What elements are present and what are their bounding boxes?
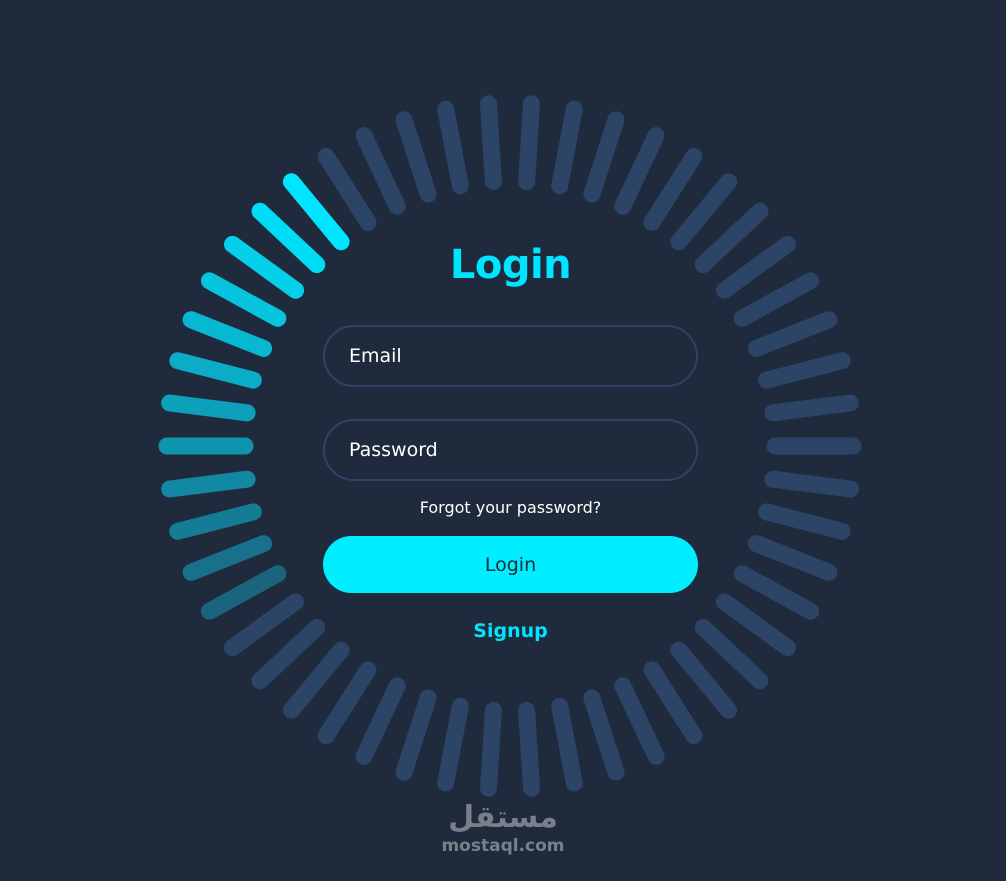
ring-bar	[437, 697, 469, 792]
ring-bar	[518, 702, 540, 797]
ring-bar	[395, 111, 437, 203]
ring-bar	[251, 202, 326, 274]
ring-bar	[614, 127, 665, 215]
ring-bar	[758, 352, 851, 389]
ring-bar	[169, 352, 262, 389]
ring-bar	[614, 677, 665, 765]
email-field[interactable]	[323, 325, 698, 387]
ring-bar	[224, 593, 305, 657]
watermark-domain: mostaql.com	[441, 836, 565, 856]
ring-bar	[715, 235, 796, 299]
ring-bar	[583, 689, 625, 781]
login-page: Login Forgot your password? Login Signup…	[0, 0, 1006, 881]
watermark-arabic: مستقل	[448, 800, 558, 835]
ring-bar	[317, 147, 377, 231]
ring-bar	[758, 503, 851, 540]
login-form: Login Forgot your password? Login Signup	[323, 240, 698, 642]
ring-bar	[670, 641, 738, 719]
ring-bar	[251, 618, 326, 690]
signup-link[interactable]: Signup	[323, 620, 698, 642]
ring-bar	[764, 470, 859, 498]
ring-bar	[200, 272, 287, 327]
ring-bar	[694, 202, 769, 274]
ring-bar	[733, 565, 820, 620]
ring-bar	[518, 95, 540, 190]
ring-bar	[169, 503, 262, 540]
ring-bar	[282, 641, 350, 719]
ring-bar	[643, 661, 703, 745]
password-field[interactable]	[323, 419, 698, 481]
ring-bar	[551, 100, 583, 195]
login-button[interactable]: Login	[323, 536, 698, 593]
ring-bar	[161, 394, 256, 422]
ring-bar	[355, 677, 406, 765]
ring-bar	[182, 311, 273, 357]
ring-bar	[480, 95, 502, 190]
watermark-logo: مستقل mostaql.com	[420, 800, 586, 856]
ring-bar	[551, 697, 583, 792]
ring-bar	[764, 394, 859, 422]
ring-bar	[395, 689, 437, 781]
ring-bar	[282, 173, 350, 251]
ring-bar	[583, 111, 625, 203]
ring-bar	[200, 565, 287, 620]
forgot-password-link[interactable]: Forgot your password?	[323, 498, 698, 517]
page-title: Login	[449, 242, 572, 288]
ring-bar	[161, 470, 256, 498]
ring-bar	[733, 272, 820, 327]
ring-bar	[317, 661, 377, 745]
ring-bar	[747, 311, 838, 357]
ring-bar	[224, 235, 305, 299]
ring-bar	[355, 127, 406, 215]
ring-bar	[480, 702, 502, 797]
ring-bar	[747, 535, 838, 581]
ring-bar	[437, 100, 469, 195]
ring-bar	[694, 618, 769, 690]
ring-bar	[670, 173, 738, 251]
ring-bar	[182, 535, 273, 581]
ring-bar	[715, 593, 796, 657]
ring-bar	[643, 147, 703, 231]
